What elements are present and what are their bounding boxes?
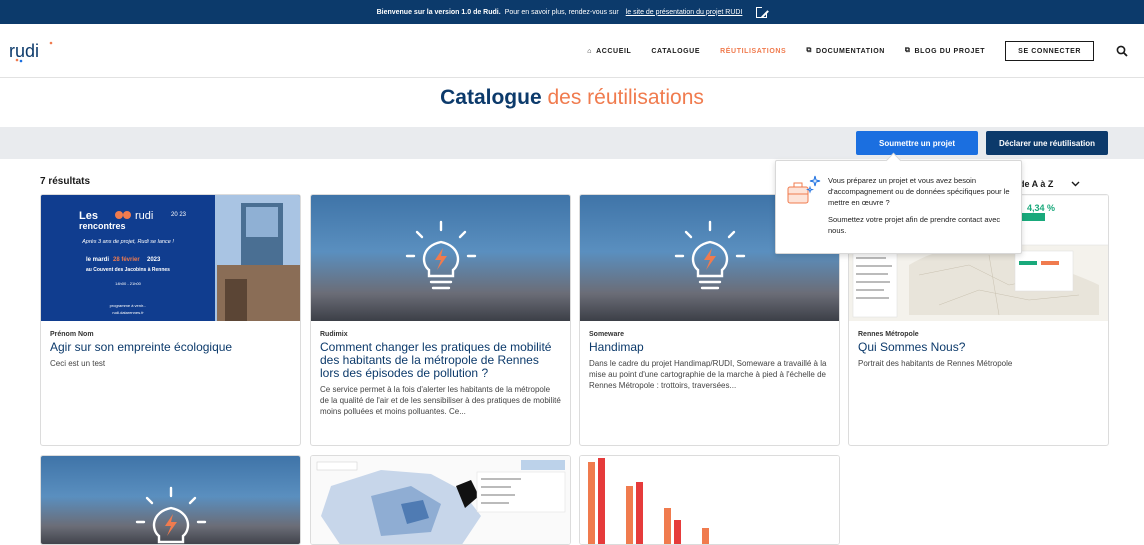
svg-text:rencontres: rencontres: [79, 221, 126, 231]
nav-item-catalogue[interactable]: CATALOGUE: [651, 48, 700, 55]
declare-reuse-button[interactable]: Déclarer une réutilisation: [986, 131, 1108, 155]
svg-text:le mardi: le mardi: [86, 257, 109, 263]
banner-text: Pour en savoir plus, rendez-vous sur: [505, 9, 619, 16]
banner-link[interactable]: le site de présentation du projet RUDI: [626, 9, 743, 16]
external-link-icon: ⧉: [806, 47, 812, 55]
card-image: Les rudi 20 23 rencontres Après 3 ans de…: [41, 195, 300, 321]
card-author: Rennes Métropole: [858, 331, 1099, 338]
svg-text:rudi.datarennes.fr: rudi.datarennes.fr: [112, 310, 144, 315]
card-title[interactable]: Qui Sommes Nous?: [858, 341, 1099, 354]
svg-text:Après 3 ans de projet, Rudi se: Après 3 ans de projet, Rudi se lance !: [81, 239, 174, 245]
svg-text:28 février: 28 février: [113, 257, 140, 263]
nav-item-blog[interactable]: ⧉ BLOG DU PROJET: [905, 47, 985, 55]
login-button[interactable]: SE CONNECTER: [1005, 41, 1094, 61]
nav-menu: ⌂ ACCUEIL CATALOGUE RÉUTILISATIONS ⧉ DOC…: [587, 24, 1094, 78]
popover-question: Vous préparez un projet et vous avez bes…: [828, 175, 1016, 208]
chevron-down-icon: [1071, 181, 1080, 187]
card-body: Someware Handimap Dans le cadre du proje…: [580, 321, 839, 399]
card-image: [311, 195, 570, 321]
main-navigation: rudi ⌂ ACCUEIL CATALOGUE RÉUTILISATIONS …: [0, 24, 1144, 78]
card-author: Someware: [589, 331, 830, 338]
nav-item-label: ACCUEIL: [596, 48, 631, 55]
card-description: Dans le cadre du projet Handimap/RUDI, S…: [589, 358, 830, 391]
nav-item-label: CATALOGUE: [651, 48, 700, 55]
search-icon[interactable]: [1116, 45, 1128, 57]
card-description: Portrait des habitants de Rennes Métropo…: [858, 358, 1099, 369]
results-count: 7 résultats: [40, 176, 90, 187]
nav-item-reutilisations[interactable]: RÉUTILISATIONS: [720, 48, 786, 55]
card-body: Rennes Métropole Qui Sommes Nous? Portra…: [849, 321, 1108, 377]
external-link-icon: ⧉: [905, 47, 911, 55]
lightbulb-icon: [670, 218, 750, 298]
svg-text:2023: 2023: [147, 257, 161, 263]
popover-cta: Soumettez votre projet afin de prendre c…: [828, 214, 1016, 236]
svg-text:20 23: 20 23: [171, 212, 187, 218]
home-icon: ⌂: [587, 48, 592, 55]
card-body: Prénom Nom Agir sur son empreinte écolog…: [41, 321, 300, 377]
nav-item-label: RÉUTILISATIONS: [720, 48, 786, 55]
card-author: Rudimix: [320, 331, 561, 338]
page-title-main: Catalogue: [440, 86, 542, 109]
card-title[interactable]: Handimap: [589, 341, 830, 354]
nav-item-documentation[interactable]: ⧉ DOCUMENTATION: [806, 47, 885, 55]
nav-item-label: BLOG DU PROJET: [915, 48, 986, 55]
nav-item-accueil[interactable]: ⌂ ACCUEIL: [587, 48, 631, 55]
lightbulb-icon: [131, 484, 211, 545]
lightbulb-icon: [401, 218, 481, 298]
rudi-logo[interactable]: rudi: [9, 40, 57, 64]
reuse-card[interactable]: Rudimix Comment changer les pratiques de…: [310, 194, 571, 446]
banner-bold-text: Bienvenue sur la version 1.0 de Rudi.: [377, 9, 501, 16]
card-title[interactable]: Comment changer les pratiques de mobilit…: [320, 341, 561, 380]
svg-text:rudi: rudi: [9, 41, 39, 61]
popover-text: Vous préparez un projet et vous avez bes…: [828, 175, 1016, 236]
reuse-card[interactable]: Les rudi 20 23 rencontres Après 3 ans de…: [40, 194, 301, 446]
card-title[interactable]: Agir sur son empreinte écologique: [50, 341, 291, 354]
info-banner: Bienvenue sur la version 1.0 de Rudi. Po…: [0, 0, 1144, 24]
briefcase-sparkle-icon: [784, 173, 822, 209]
page-title: Catalogue des réutilisations: [0, 86, 1144, 110]
page-title-sub: des réutilisations: [547, 86, 703, 109]
card-description: Ceci est un test: [50, 358, 291, 369]
svg-text:au Couvent des Jacobins à Renn: au Couvent des Jacobins à Rennes: [86, 267, 170, 273]
svg-text:rudi: rudi: [135, 210, 153, 222]
submit-project-popover: Vous préparez un projet et vous avez bes…: [775, 160, 1022, 254]
card-author: Prénom Nom: [50, 331, 291, 338]
svg-text:4,34 %: 4,34 %: [1027, 203, 1055, 213]
nav-item-label: DOCUMENTATION: [816, 48, 885, 55]
external-link-icon[interactable]: [756, 7, 767, 18]
submit-project-button[interactable]: Soumettre un projet: [856, 131, 978, 155]
card-body: Rudimix Comment changer les pratiques de…: [311, 321, 570, 425]
svg-text:programme à venir...: programme à venir...: [110, 303, 147, 308]
event-poster: Les rudi 20 23 rencontres Après 3 ans de…: [41, 195, 300, 321]
svg-text:14h00 - 21h00: 14h00 - 21h00: [115, 281, 142, 286]
card-description: Ce service permet à la fois d'alerter le…: [320, 384, 561, 417]
